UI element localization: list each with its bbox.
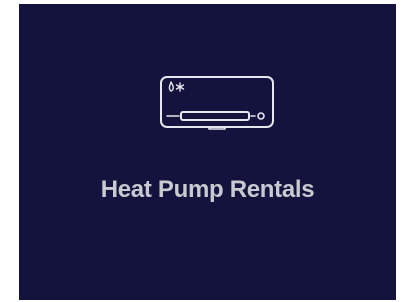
air-conditioner-icon — [159, 75, 275, 131]
card-title: Heat Pump Rentals — [100, 176, 315, 203]
heat-pump-rentals-card[interactable]: Heat Pump Rentals — [19, 4, 396, 300]
